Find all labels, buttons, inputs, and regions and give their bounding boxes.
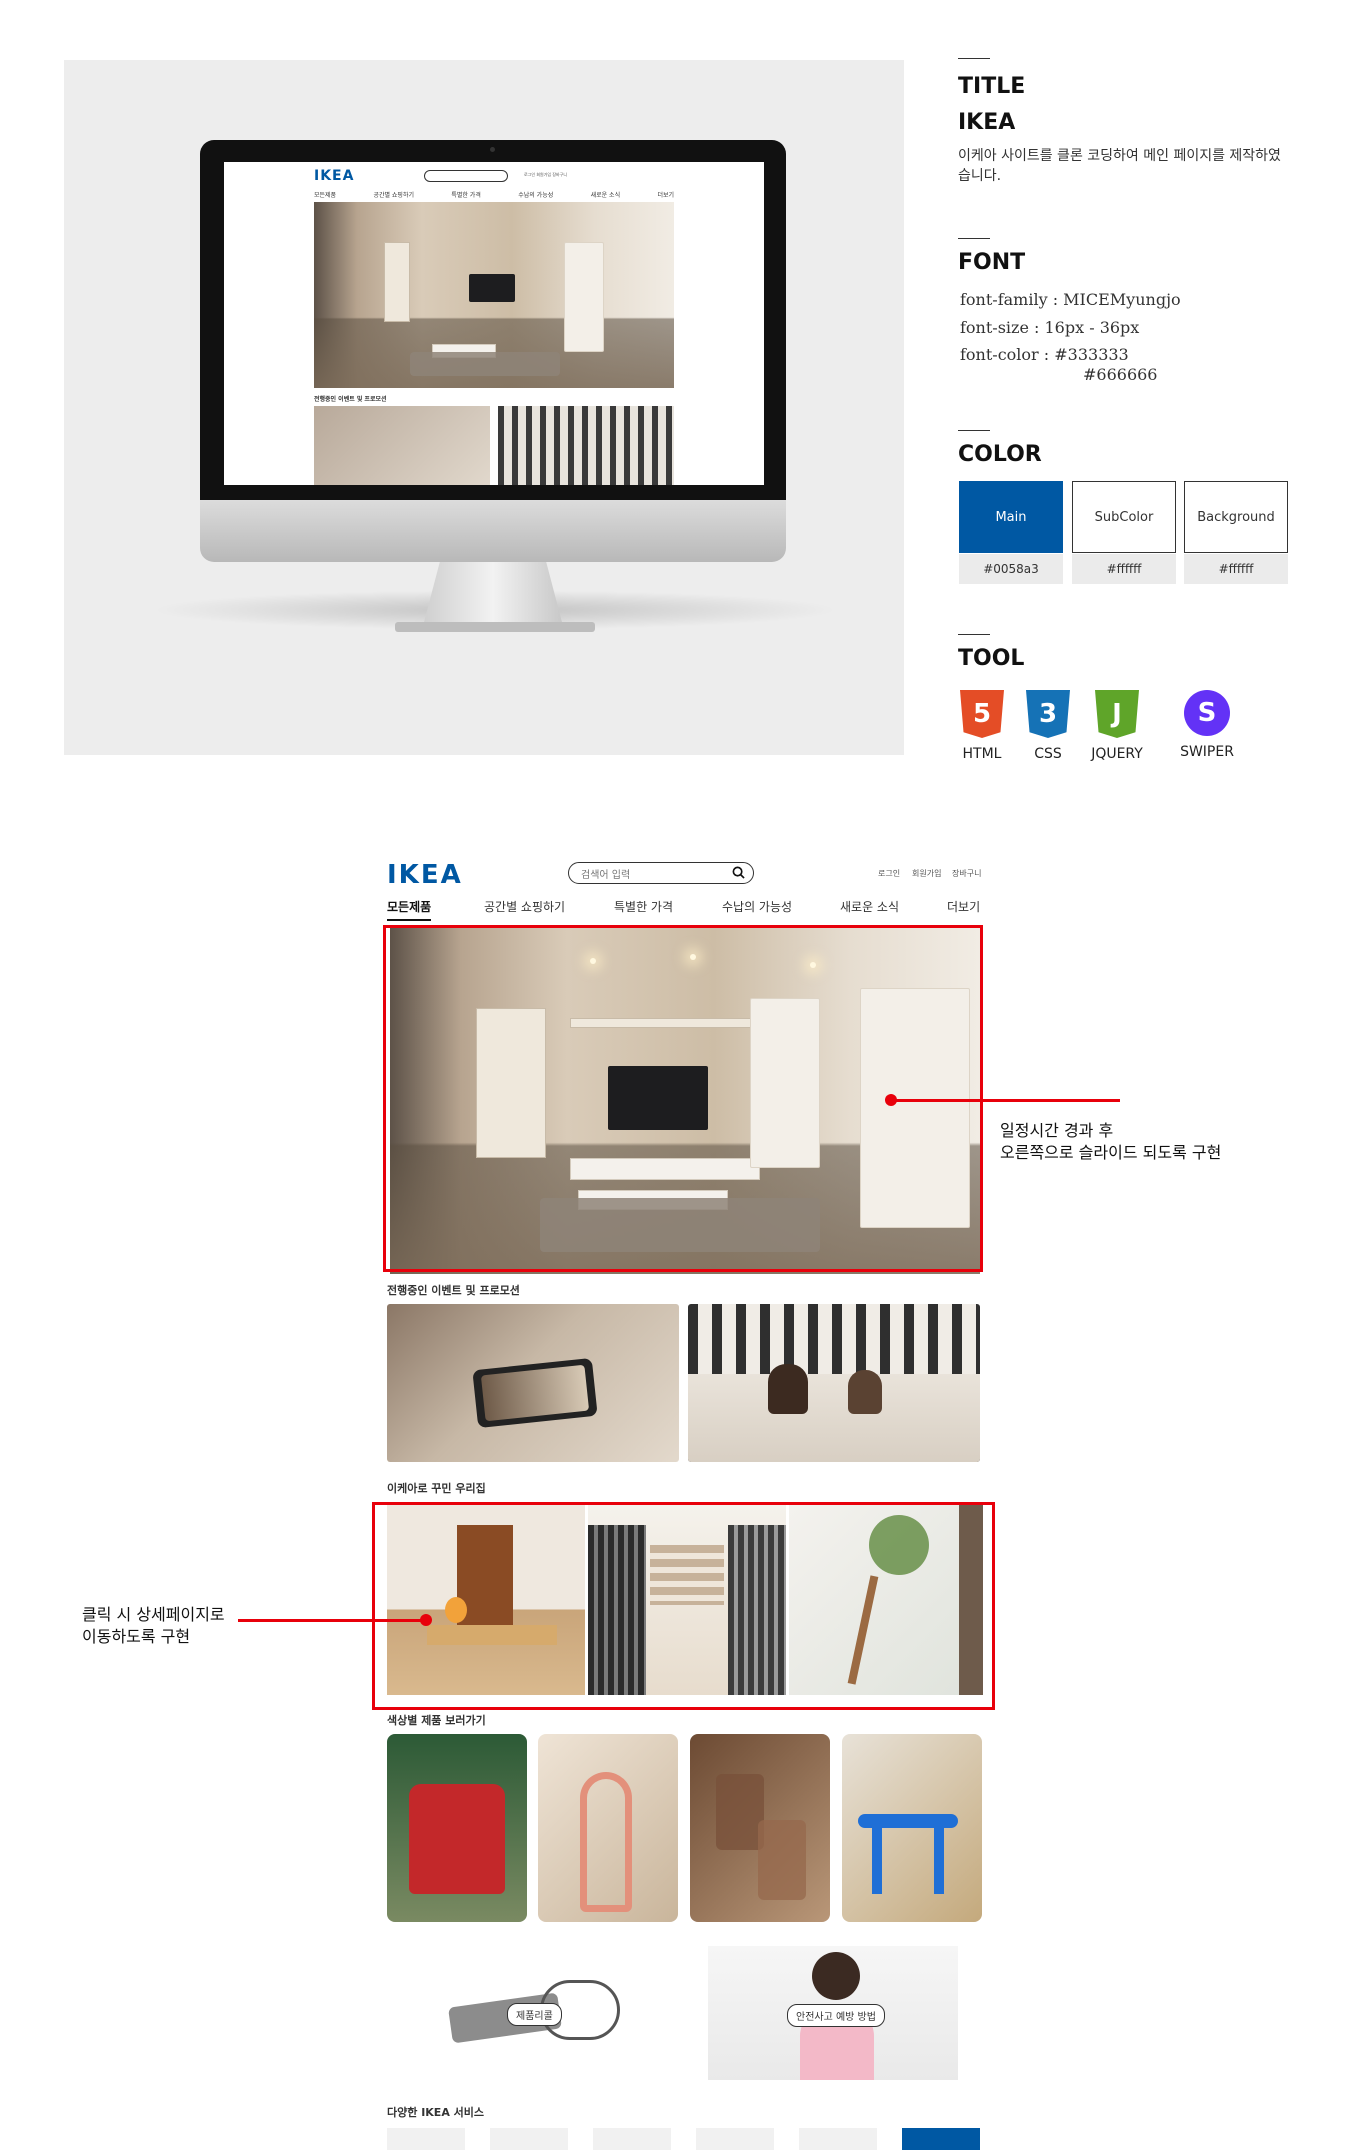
recall-pill[interactable]: 제품리콜 [507,2003,562,2026]
swatch-sub: SubColor [1072,481,1176,553]
service-item[interactable] [490,2128,568,2150]
signup-link[interactable]: 회원가입 [912,868,941,879]
tab-storage[interactable]: 수납의 가능성 [722,898,792,915]
swatch-main: Main [959,481,1063,553]
slider-annotation: 일정시간 경과 후 오른쪽으로 슬라이드 되도록 구현 [1000,1121,1222,1162]
html5-icon: 5 [960,690,1004,738]
search-input[interactable] [581,865,731,886]
search-bar[interactable] [568,862,754,886]
homes-section-title: 이케아로 꾸민 우리집 [387,1482,486,1495]
service-item-highlight[interactable] [902,2128,980,2150]
tab-shop-by-room[interactable]: 공간별 쇼핑하기 [484,898,565,915]
swatch-background: Background [1184,481,1288,553]
service-item[interactable] [696,2128,774,2150]
cart-link[interactable]: 장바구니 [952,868,981,879]
homes-highlight-frame [372,1502,995,1710]
mini-event-image-2 [498,406,674,485]
tool-css: 3 CSS [1008,690,1088,762]
camera-icon [490,147,495,152]
font-color-spec: font-color : #333333 [960,345,1129,364]
mini-event-image-1 [314,406,490,485]
mini-logo: IKEA [314,168,355,184]
homes-annotation: 클릭 시 상세페이지로 이동하도록 구현 [82,1605,225,1646]
tab-special-price[interactable]: 특별한 가격 [614,898,673,915]
event-card-dining[interactable] [688,1304,980,1462]
divider [958,634,990,635]
mini-hero-image [314,202,674,388]
divider [958,58,990,59]
monitor-foot [395,622,595,632]
font-size-spec: font-size : 16px - 36px [960,318,1140,337]
mini-section-title: 전행중인 이벤트 및 프로모션 [314,396,387,403]
color-card-pink[interactable] [538,1734,678,1922]
mini-nav: 모든제품 공간별 쇼핑하기 특별한 가격 수납의 가능성 새로운 소식 더보기 [314,192,674,199]
homes-callout-dot [420,1614,432,1626]
color-card-blue[interactable] [842,1734,982,1922]
divider [958,430,990,431]
tab-news[interactable]: 새로운 소식 [840,898,899,915]
swatch-background-hex: #ffffff [1184,554,1288,584]
mini-util-links: 로그인 회원가입 장바구니 [524,172,568,177]
event-card-ar-app[interactable] [387,1304,679,1462]
swatch-sub-hex: #ffffff [1072,554,1176,584]
mini-search [424,170,508,182]
login-link[interactable]: 로그인 [878,868,900,879]
service-item[interactable] [593,2128,671,2150]
project-description: 이케아 사이트를 클론 코딩하여 메인 페이지를 제작하였습니다. [958,148,1281,184]
service-item[interactable] [799,2128,877,2150]
safety-pill[interactable]: 안전사고 예방 방법 [787,2004,885,2027]
services-section-title: 다양한 IKEA 서비스 [387,2106,485,2119]
font-heading: FONT [958,250,1026,275]
monitor-stand [423,562,563,626]
tool-jquery: J JQUERY [1077,690,1157,762]
divider [958,238,990,239]
monitor-screen: IKEA 로그인 회원가입 장바구니 모든제품 공간별 쇼핑하기 특별한 가격 수납의… [224,162,764,485]
tool-heading: TOOL [958,646,1025,671]
slider-callout-line [892,1099,1120,1102]
swiper-icon: S [1184,690,1230,736]
service-item[interactable] [387,2128,465,2150]
homes-callout-line [238,1619,424,1622]
color-card-brown[interactable] [690,1734,830,1922]
tab-all-products[interactable]: 모든제품 [387,898,432,921]
font-color-spec-2: #666666 [1083,365,1158,384]
swatch-main-hex: #0058a3 [959,554,1063,584]
colors-section-title: 색상별 제품 보러가기 [387,1714,486,1727]
javascript-icon: J [1095,690,1139,738]
color-card-red[interactable] [387,1734,527,1922]
monitor-chin [200,500,786,562]
color-heading: COLOR [958,442,1042,467]
tab-more[interactable]: 더보기 [947,898,980,915]
font-family-spec: font-family : MICEMyungjo [960,290,1181,309]
tool-swiper: S SWIPER [1167,690,1247,760]
css3-icon: 3 [1026,690,1070,738]
ikea-logo[interactable]: IKEA [387,860,463,890]
search-icon[interactable] [732,866,745,879]
title-heading: TITLE [958,74,1026,99]
project-name: IKEA [958,110,1016,135]
events-section-title: 전행중인 이벤트 및 프로모션 [387,1284,520,1297]
